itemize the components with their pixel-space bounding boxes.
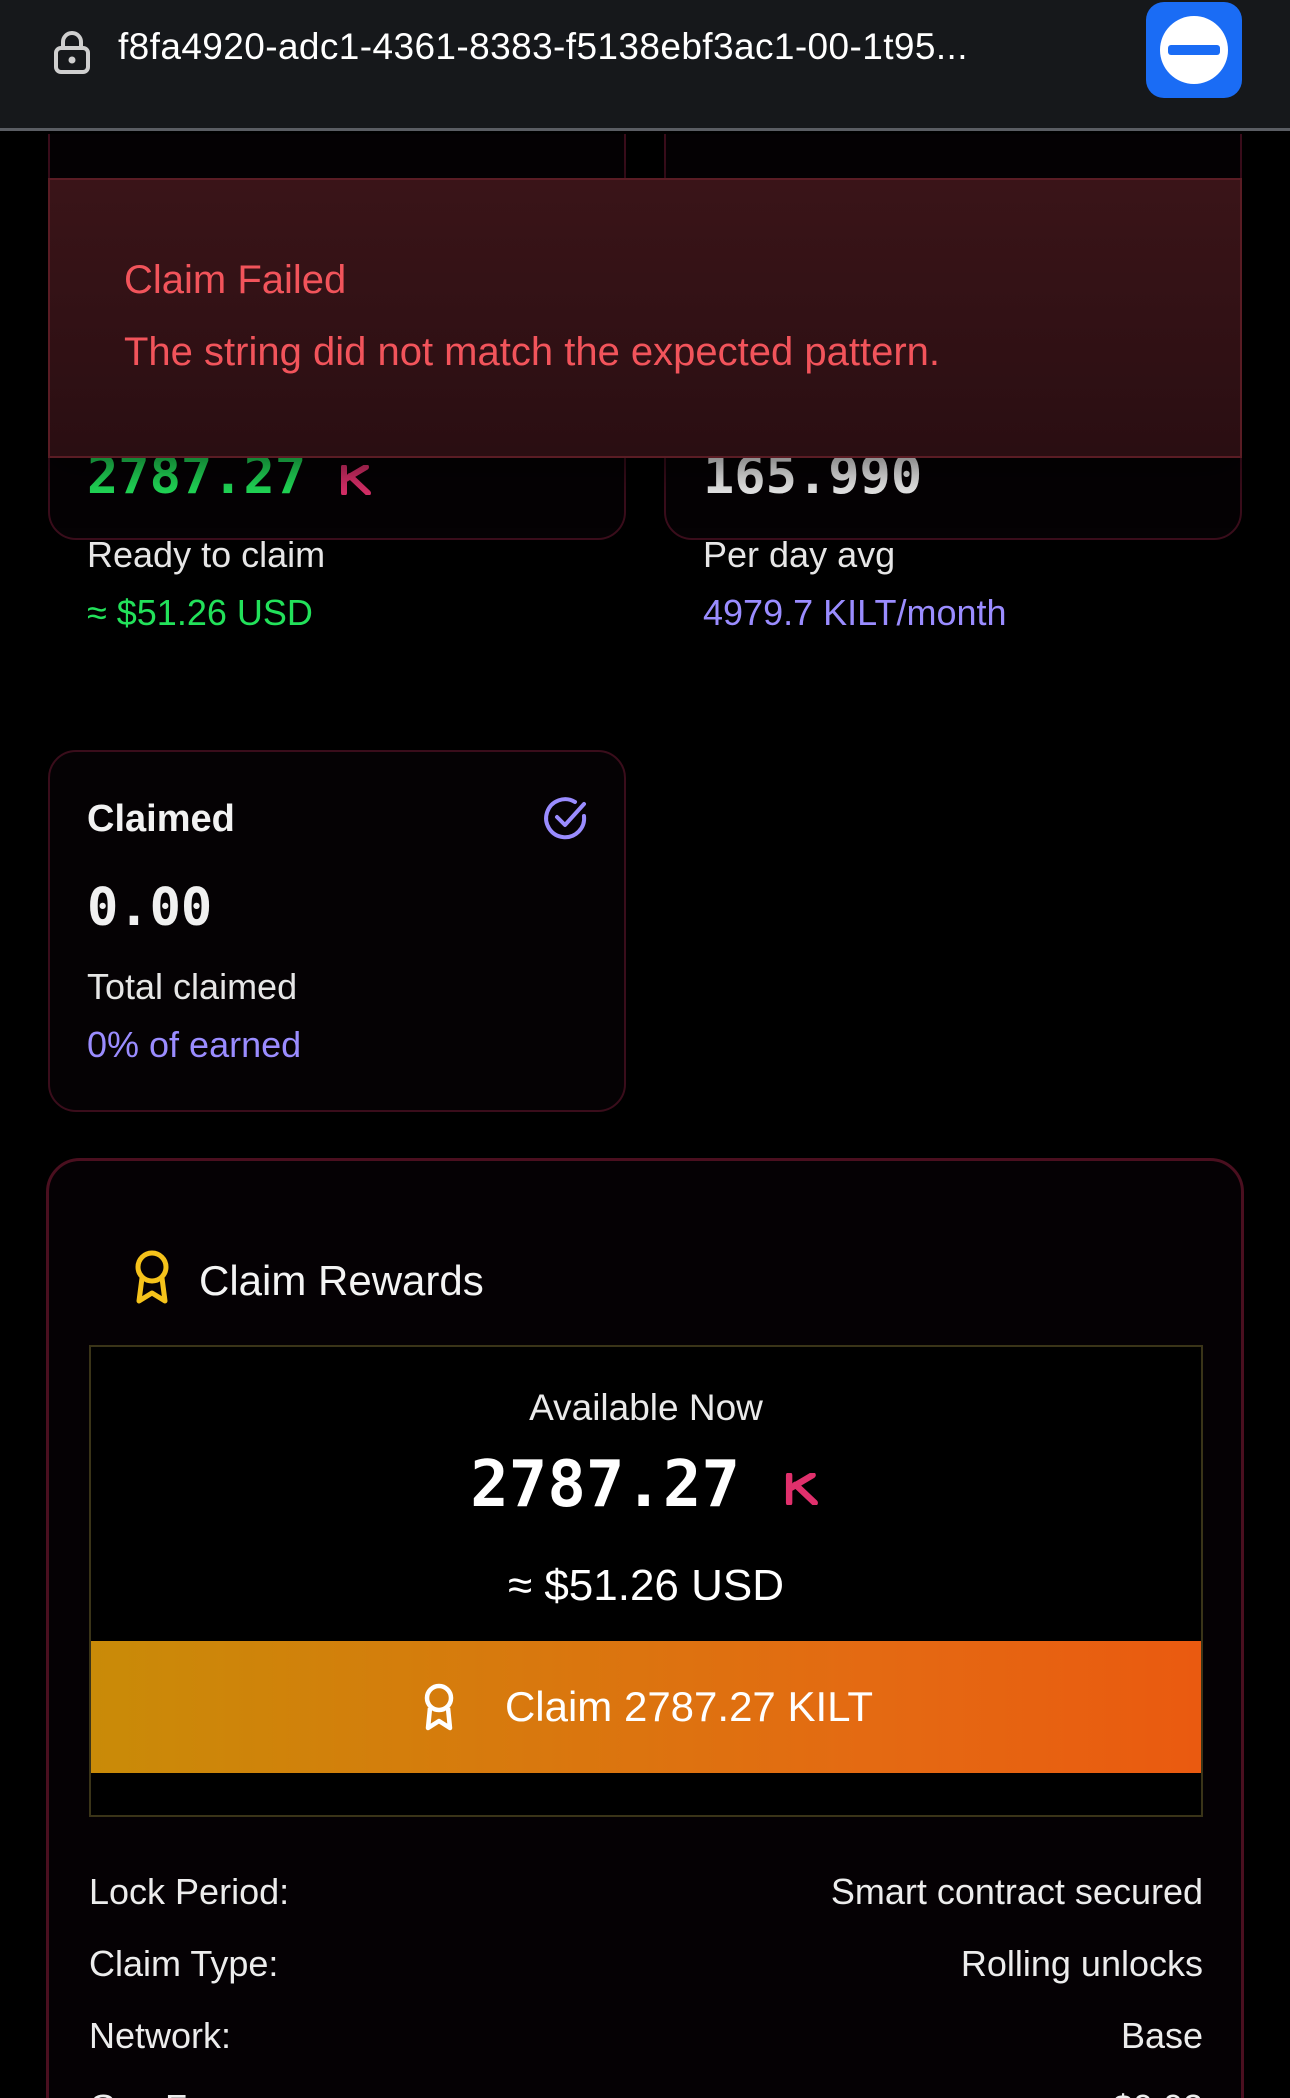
available-amount: 2787.27: [470, 1448, 740, 1522]
claimed-label: Total claimed: [87, 966, 298, 1007]
detail-value: Base: [1120, 2015, 1203, 2056]
available-label: Available Now: [529, 1387, 763, 1428]
claim-button[interactable]: Claim 2787.27 KILT: [91, 1641, 1201, 1773]
toast-message: The string did not match the expected pa…: [124, 330, 941, 374]
error-toast[interactable]: Claim Failed The string did not match th…: [48, 178, 1242, 458]
available-amount-row: 2787.27: [91, 1447, 1201, 1522]
claimable-usd: ≈ $51.26 USD: [87, 592, 313, 633]
detail-key: Gas Fee:: [89, 2087, 237, 2098]
extension-button[interactable]: [1146, 2, 1242, 98]
award-icon: [424, 1683, 454, 1731]
detail-key: Claim Type:: [89, 1943, 279, 1984]
available-box: Available Now 2787.27 ≈ $51.26 USD Claim…: [89, 1345, 1203, 1817]
claimable-label: Ready to claim: [87, 534, 326, 575]
claimed-value: 0.00: [87, 878, 213, 938]
kilt-logo-icon: [785, 1472, 818, 1507]
claim-rewards-panel: Claim Rewards Available Now 2787.27 ≈ $5…: [46, 1158, 1244, 2098]
claim-button-label: Claim 2787.27 KILT: [504, 1683, 874, 1730]
award-icon: [135, 1250, 169, 1304]
claimed-card: Claimed 0.00 Total claimed 0% of earned: [48, 750, 626, 1112]
claimed-heading: Claimed: [87, 798, 235, 840]
url-text[interactable]: f8fa4920-adc1-4361-8383-f5138ebf3ac1-00-…: [118, 26, 968, 68]
detail-value: Rolling unlocks: [960, 1943, 1203, 1984]
daily-monthly: 4979.7 KILT/month: [703, 592, 1007, 633]
panel-title: Claim Rewards: [199, 1257, 484, 1304]
toast-title: Claim Failed: [124, 258, 347, 302]
daily-label: Per day avg: [703, 534, 896, 575]
detail-value: Smart contract secured: [830, 1871, 1203, 1912]
claimed-percent: 0% of earned: [87, 1024, 302, 1065]
detail-value: ~$0.02: [1092, 2087, 1203, 2098]
check-circle-icon: [544, 797, 587, 840]
available-usd: ≈ $51.26 USD: [507, 1561, 785, 1610]
kilt-logo-icon: [341, 465, 371, 495]
detail-key: Network:: [89, 2015, 232, 2056]
extension-icon: [1160, 16, 1228, 84]
browser-address-bar: f8fa4920-adc1-4361-8383-f5138ebf3ac1-00-…: [0, 0, 1290, 131]
lock-icon: [54, 31, 90, 74]
detail-key: Lock Period:: [89, 1871, 290, 1912]
